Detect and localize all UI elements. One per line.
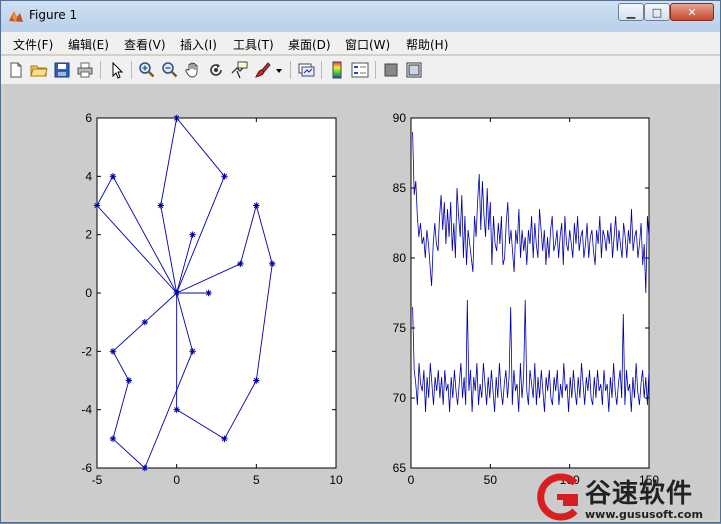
- menu-tools[interactable]: 工具(T): [233, 36, 274, 53]
- y-tick-label: 4: [85, 169, 92, 183]
- watermark-url: www.gususoft.com: [585, 508, 703, 521]
- right-axes-timeseries-plot[interactable]: 0 50 100 150657075808590: [393, 111, 660, 487]
- brush-icon[interactable]: [252, 60, 272, 80]
- figure-window: Figure 1 ▁ □ ✕ 文件(F) 编辑(E) 查看(V) 插入(I) 工…: [0, 0, 721, 523]
- asterisk-marker: [93, 202, 101, 209]
- y-tick-label: 65: [393, 461, 407, 475]
- x-tick-label: 0: [173, 473, 180, 487]
- x-tick-label: 10: [329, 473, 343, 487]
- y-tick-label: 70: [393, 391, 407, 405]
- y-tick-label: 2: [85, 228, 92, 242]
- toolbar-separator: [375, 61, 376, 79]
- axes-box: [410, 117, 650, 469]
- menu-edit[interactable]: 编辑(E): [68, 36, 109, 53]
- asterisk-marker: [173, 114, 180, 122]
- maximize-button[interactable]: □: [644, 3, 670, 21]
- watermark-text: 谷速软件: [585, 479, 694, 509]
- brush-dropdown-icon[interactable]: [273, 60, 285, 80]
- title-bar[interactable]: Figure 1 ▁ □ ✕: [1, 1, 720, 31]
- menu-help[interactable]: 帮助(H): [406, 36, 448, 53]
- y-tick-label: -4: [81, 403, 92, 417]
- menu-insert[interactable]: 插入(I): [180, 36, 217, 53]
- close-button[interactable]: ✕: [670, 3, 714, 21]
- asterisk-marker: [189, 348, 196, 355]
- minimize-button[interactable]: ▁: [618, 3, 644, 21]
- menu-window[interactable]: 窗口(W): [345, 36, 390, 53]
- y-tick-label: 75: [393, 321, 407, 335]
- y-tick-label: 6: [85, 111, 92, 125]
- asterisk-marker: [157, 202, 164, 209]
- figure-canvas: -5 0 5 10 -6 -4 -2 0 2 4 6 0 50 100 150 65 70 75 80 85 90: [5, 85, 717, 519]
- watermark: 谷速软件 www.gususoft.com: [529, 471, 721, 524]
- y-tick-label: -6: [81, 461, 92, 475]
- x-tick-label: -5: [92, 473, 103, 487]
- save-icon[interactable]: [52, 60, 72, 80]
- open-file-icon[interactable]: [29, 60, 49, 80]
- y-tick-label: -2: [81, 344, 92, 358]
- y-tick-label: 85: [393, 181, 407, 195]
- matlab-app-icon: [9, 11, 23, 22]
- print-icon[interactable]: [75, 60, 95, 80]
- menu-view[interactable]: 查看(V): [124, 36, 166, 53]
- show-plot-tools-icon[interactable]: [404, 60, 424, 80]
- toolbar-separator: [290, 61, 291, 79]
- new-figure-icon[interactable]: [6, 60, 26, 80]
- menu-file[interactable]: 文件(F): [13, 36, 53, 53]
- legend-icon[interactable]: [350, 60, 370, 80]
- x-tick-label: 0: [408, 473, 415, 487]
- x-tick-label: 5: [253, 473, 260, 487]
- hide-plot-tools-icon[interactable]: [381, 60, 401, 80]
- y-tick-label: 90: [393, 111, 407, 125]
- zoom-in-icon[interactable]: [137, 60, 157, 80]
- zoom-out-icon[interactable]: [160, 60, 180, 80]
- menu-bar: 文件(F) 编辑(E) 查看(V) 插入(I) 工具(T) 桌面(D) 窗口(W…: [1, 32, 720, 78]
- link-plot-icon[interactable]: [296, 60, 316, 80]
- axes-box: [96, 117, 337, 469]
- menu-desktop[interactable]: 桌面(D): [288, 36, 331, 53]
- asterisk-marker: [221, 435, 228, 443]
- asterisk-marker: [173, 406, 180, 413]
- toolbar-separator: [131, 61, 132, 79]
- y-tick-label: 0: [85, 286, 92, 300]
- colorbar-icon[interactable]: [327, 60, 347, 80]
- x-tick-label: 50: [484, 473, 498, 487]
- data-cursor-icon[interactable]: [229, 60, 249, 80]
- toolbar-separator: [321, 61, 322, 79]
- figure-plots: -5 0 5 10-6-4-20246 0 50 100 150657075808590: [81, 111, 660, 487]
- toolbar-separator: [100, 61, 101, 79]
- edit-plot-arrow-icon[interactable]: [107, 60, 127, 80]
- left-axes-graph-plot[interactable]: -5 0 5 10 -6 -4 -2 0 2 4 6: [81, 111, 343, 487]
- asterisk-marker: [189, 231, 196, 238]
- figure-toolbar: [1, 56, 720, 85]
- window-title: Figure 1: [29, 8, 78, 22]
- gususoft-logo-icon: [537, 473, 578, 521]
- rotate-3d-icon[interactable]: [206, 60, 226, 80]
- y-tick-label: 80: [393, 251, 407, 265]
- pan-hand-icon[interactable]: [183, 60, 203, 80]
